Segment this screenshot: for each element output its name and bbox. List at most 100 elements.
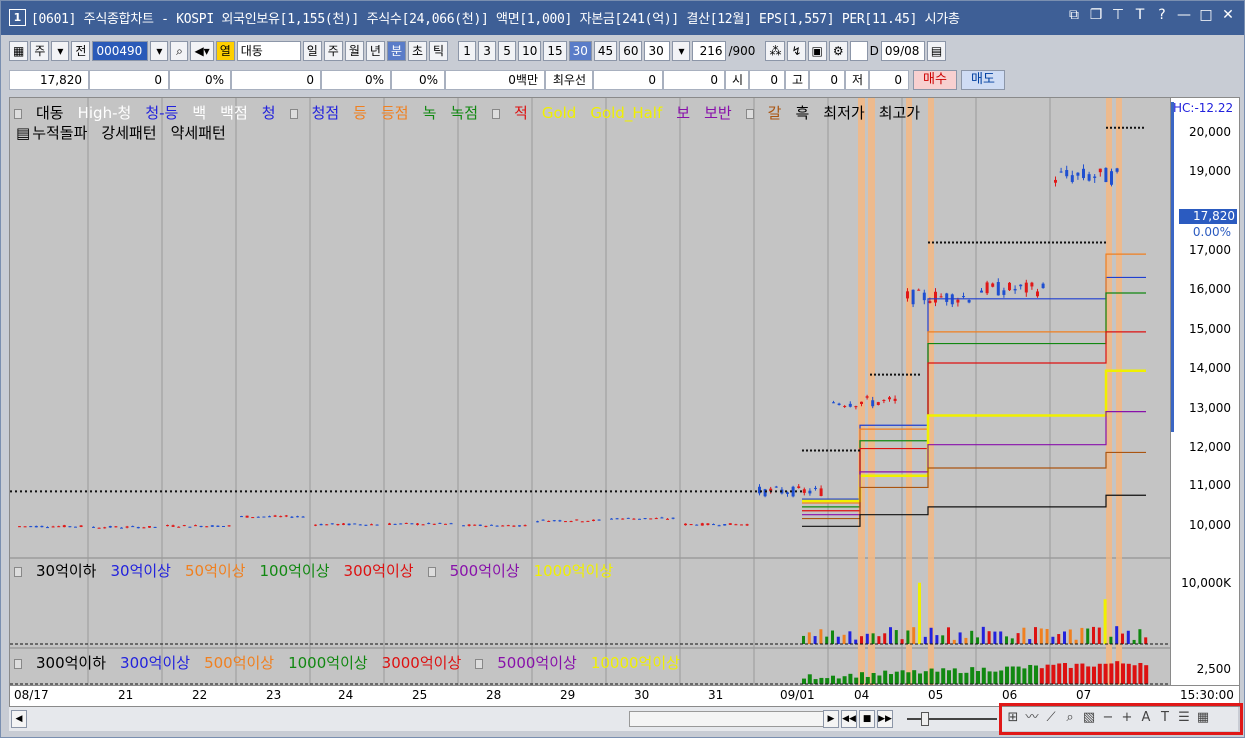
candle-body	[837, 403, 841, 405]
candle-body	[740, 524, 743, 526]
period-minute[interactable]: 분	[386, 41, 406, 61]
chart-area[interactable]: 대동 High-청 청-등 백 백점 청 청점 등 등점 녹 녹점 적 Gold Gold_Half 보 보반…	[9, 97, 1171, 687]
date-label: 04	[854, 688, 870, 702]
legend-toggle-icon[interactable]	[289, 108, 298, 119]
indicator-icon[interactable]: ⁂	[765, 41, 786, 61]
candle-body	[404, 522, 408, 524]
period-year[interactable]: 년	[365, 41, 385, 61]
low-label: 저	[845, 70, 869, 90]
candle-body	[399, 523, 403, 525]
sell-button[interactable]: 매도	[961, 70, 1005, 90]
pin-icon[interactable]: ⊤	[1110, 7, 1126, 23]
period-second[interactable]: 초	[407, 41, 428, 61]
draw-line-icon[interactable]: ⟋	[1043, 710, 1059, 726]
sound-icon[interactable]: ◀▾	[190, 41, 214, 61]
interval-60[interactable]: 60	[619, 41, 643, 61]
gear-icon[interactable]: ⚙	[828, 41, 848, 61]
tool-icon[interactable]: ↯	[787, 41, 806, 61]
candle-body	[922, 292, 926, 301]
zoom-in-icon[interactable]: +	[1119, 710, 1135, 726]
minimize-icon[interactable]: —	[1176, 7, 1192, 23]
stop-icon[interactable]: ■	[859, 710, 875, 728]
interval-45[interactable]: 45	[593, 41, 618, 61]
chart-canvas[interactable]	[10, 98, 1170, 686]
period-week[interactable]: 주	[323, 41, 343, 61]
legend-toggle-icon[interactable]	[14, 658, 22, 669]
zoom-out-icon[interactable]: −	[1100, 710, 1116, 726]
interval-15[interactable]: 15	[543, 41, 567, 61]
magnify-icon[interactable]: ⌕	[1062, 710, 1078, 726]
chevron-down-icon[interactable]: ▾	[51, 41, 70, 61]
legend-toggle-icon[interactable]	[427, 566, 436, 577]
count-input[interactable]: 216	[692, 41, 727, 61]
scroll-right-icon[interactable]: ▶	[823, 710, 839, 728]
save-icon[interactable]: ▣	[807, 41, 827, 61]
period-month[interactable]: 월	[344, 41, 364, 61]
zoom-slider-handle[interactable]	[921, 712, 929, 726]
window-restore-icon[interactable]: ⧉	[1066, 7, 1082, 23]
candle-body	[536, 521, 539, 523]
layout-icon[interactable]: ▦	[9, 41, 29, 61]
interval-1[interactable]: 1	[458, 41, 477, 61]
list-icon[interactable]: ☰	[1176, 710, 1192, 726]
pattern-box-icon[interactable]: ▤	[16, 124, 30, 142]
y-tick: 10,000	[1189, 518, 1231, 532]
interval-5[interactable]: 5	[498, 41, 517, 61]
period-day[interactable]: 일	[302, 41, 322, 61]
font-icon[interactable]: T	[1132, 7, 1148, 23]
candle-body	[199, 525, 203, 527]
interval-10[interactable]: 10	[518, 41, 542, 61]
candle-body	[92, 526, 95, 528]
legend-toggle-icon[interactable]	[14, 108, 22, 119]
legend-toggle-icon[interactable]	[14, 566, 22, 577]
code-dropdown-icon[interactable]: ▾	[150, 41, 169, 61]
stock-code-input[interactable]: 000490	[92, 41, 149, 61]
change-pct: 0%	[169, 70, 231, 90]
legend-toggle-icon[interactable]	[745, 108, 754, 119]
text-icon[interactable]: A	[1138, 710, 1154, 726]
stock-name-field[interactable]: 대동	[236, 41, 301, 61]
prev-button[interactable]: 전	[71, 41, 91, 61]
period-tick[interactable]: 틱	[429, 41, 449, 61]
scroll-thumb[interactable]	[629, 711, 825, 727]
trendline-icon[interactable]: 〰	[1024, 710, 1040, 726]
turnover-pct: 0%	[391, 70, 445, 90]
chart-setting-icon[interactable]: ▧	[1081, 710, 1097, 726]
candle-body	[734, 524, 738, 526]
candle-body	[336, 524, 340, 526]
candle-body	[222, 525, 225, 527]
market-select[interactable]: 주	[30, 41, 50, 61]
window-copy-icon[interactable]: ❐	[1088, 7, 1104, 23]
rewind-icon[interactable]: ◀◀	[841, 710, 857, 728]
volume2-bar	[1109, 663, 1114, 684]
scroll-left-icon[interactable]: ◀	[11, 710, 27, 728]
buy-button[interactable]: 매수	[913, 70, 957, 90]
calendar-icon[interactable]: ▤	[926, 41, 947, 61]
date-label: 21	[118, 688, 134, 702]
date-checkbox[interactable]	[849, 41, 868, 61]
candle-body	[689, 524, 693, 526]
volume-bar	[1074, 639, 1078, 644]
search-icon[interactable]: ⌕	[170, 41, 189, 61]
window-split-icon[interactable]: ⊞	[1005, 710, 1021, 726]
interval-input[interactable]: 30	[644, 41, 671, 61]
legend-item-11: 적	[514, 104, 528, 122]
table-icon[interactable]: ▦	[1195, 710, 1211, 726]
date-input[interactable]: 09/08	[880, 41, 925, 61]
interval-dropdown-icon[interactable]: ▾	[672, 41, 691, 61]
candle-body	[108, 526, 112, 528]
interval-30[interactable]: 30	[568, 41, 592, 61]
toolbar: ▦ 주 ▾ 전 000490 ▾ ⌕ ◀▾ 열 대동 일 주 월 년 분 초 틱…	[9, 39, 947, 63]
fast-forward-icon[interactable]: ▶▶	[877, 710, 893, 728]
maximize-icon[interactable]: □	[1198, 7, 1214, 23]
candle-body	[865, 396, 869, 398]
candle-body	[251, 517, 255, 519]
legend-toggle-icon[interactable]	[492, 108, 501, 119]
vol1-tick: 10,000K	[1181, 576, 1231, 590]
interval-3[interactable]: 3	[478, 41, 497, 61]
candle-body	[808, 490, 812, 494]
help-icon[interactable]: ?	[1154, 7, 1170, 23]
text-style-icon[interactable]: T	[1157, 710, 1173, 726]
legend-toggle-icon[interactable]	[475, 658, 484, 669]
close-icon[interactable]: ✕	[1220, 7, 1236, 23]
